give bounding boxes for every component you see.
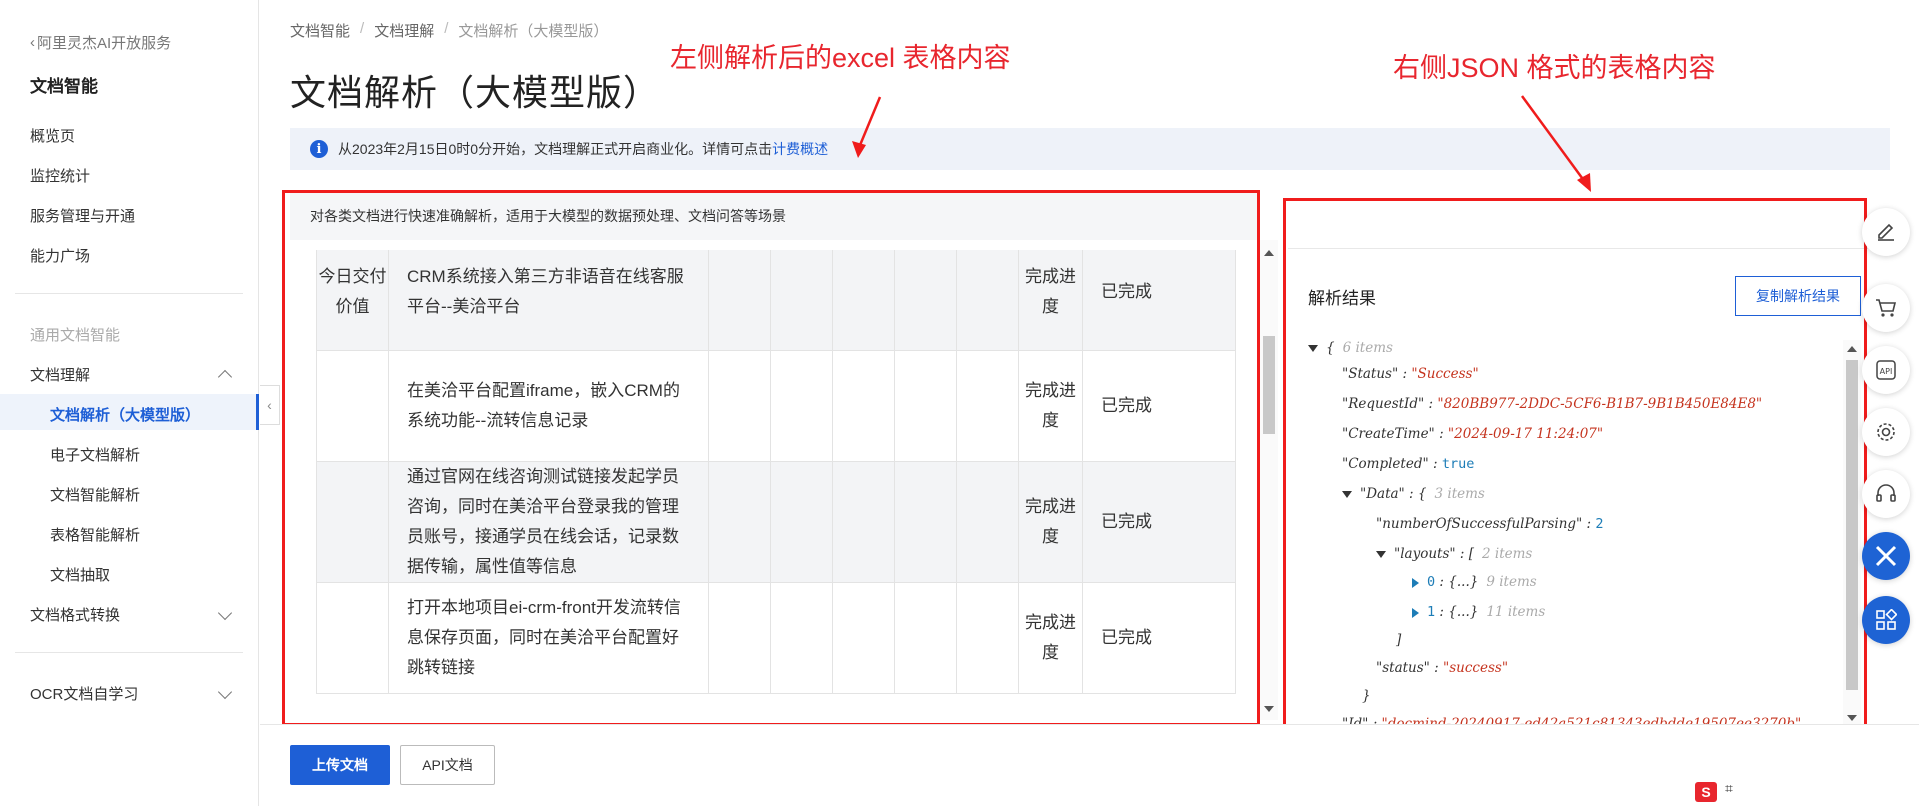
keyboard-icon[interactable]: ⌗ [1725, 780, 1733, 797]
api-icon[interactable]: API [1862, 346, 1910, 394]
edit-icon[interactable] [1862, 208, 1910, 256]
svg-text:API: API [1880, 367, 1893, 376]
scroll-down-arrow-icon[interactable] [1264, 706, 1274, 712]
gear-icon[interactable] [1862, 408, 1910, 456]
upload-document-button[interactable]: 上传文档 [290, 745, 390, 785]
scrollbar-thumb[interactable] [1263, 336, 1275, 434]
annotation-arrow-right [1520, 95, 1587, 183]
bottom-action-bar [260, 724, 1919, 806]
cart-icon[interactable] [1862, 284, 1910, 332]
annotation-box-right [1283, 198, 1867, 736]
input-method-logo-icon: S [1695, 782, 1717, 802]
apps-icon[interactable] [1862, 596, 1910, 644]
ai-assistant-icon[interactable] [1862, 532, 1910, 580]
annotation-arrow-left [856, 96, 882, 151]
table-scrollbar[interactable] [1260, 240, 1278, 720]
scroll-up-arrow-icon[interactable] [1264, 250, 1274, 256]
headset-icon[interactable] [1862, 470, 1910, 518]
annotation-box-left [282, 190, 1260, 726]
annotation-arrowhead-left [852, 141, 866, 158]
api-docs-button[interactable]: API文档 [400, 745, 495, 785]
